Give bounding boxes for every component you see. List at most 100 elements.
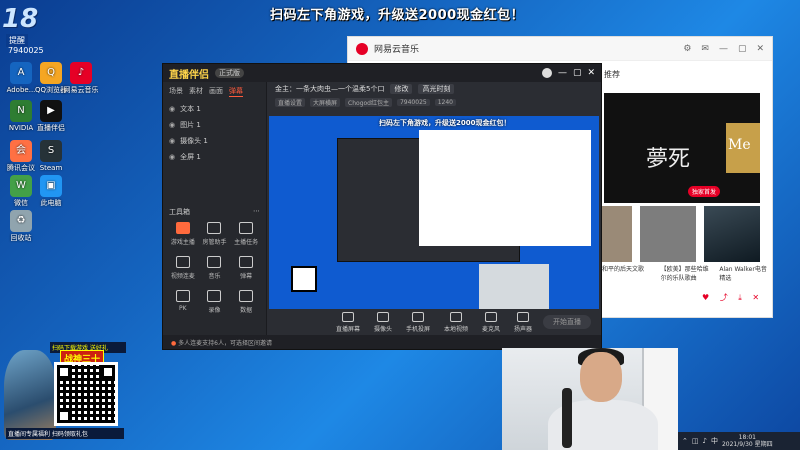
featured-banner[interactable]: 夢死 Me 独家首发: [604, 93, 760, 203]
network-icon[interactable]: ◫: [692, 437, 699, 445]
banner-me: Me: [726, 123, 760, 173]
tool-icon: [207, 222, 222, 234]
music-titlebar: 网易云音乐 ⚙ ✉ — ▢ ✕: [348, 37, 772, 61]
control-label: 直播屏幕: [335, 325, 360, 333]
source-tabs: 场景 素材 画面 弹幕: [163, 82, 266, 101]
control-button[interactable]: 麦克风: [482, 311, 500, 333]
playlist-thumb[interactable]: [640, 206, 696, 262]
desktop-icon-label: 此电脑: [40, 199, 62, 207]
more-icon[interactable]: ⋯: [253, 207, 260, 217]
app-icon: ▶: [40, 100, 62, 122]
app-icon: A: [10, 62, 32, 84]
clock-time: 18:01: [738, 434, 756, 441]
control-icon: [517, 311, 530, 322]
meta-item[interactable]: 大屏横屏: [310, 97, 341, 107]
playlist-caption[interactable]: Alan Walker电音精选: [719, 264, 772, 282]
tool-icon: [175, 290, 190, 302]
volume-icon[interactable]: ♪: [703, 437, 707, 445]
tool-item[interactable]: 游戏主播: [167, 222, 199, 246]
meta-item[interactable]: 7940025: [396, 98, 430, 106]
player-controls[interactable]: ♥ ⤴ ⤓ ✕: [702, 292, 763, 303]
version-badge: 正式版: [215, 68, 244, 78]
source-item[interactable]: ◉ 全屏 1: [163, 149, 266, 165]
close-icon[interactable]: ✕: [756, 44, 764, 54]
tool-item[interactable]: 数据: [230, 290, 262, 314]
section-title: 推荐: [604, 70, 620, 79]
tool-item[interactable]: 录像: [199, 290, 231, 314]
settings-icon[interactable]: ⚙: [683, 44, 691, 54]
tool-item[interactable]: 视频连麦: [167, 256, 199, 280]
tool-item[interactable]: 弹幕: [230, 256, 262, 280]
input-method-icon[interactable]: 中: [711, 436, 718, 446]
source-item[interactable]: ◉ 图片 1: [163, 117, 266, 133]
tool-item[interactable]: PK: [167, 290, 199, 314]
tool-label: PK: [179, 305, 187, 312]
control-button[interactable]: 手机投屏: [406, 311, 430, 333]
clock[interactable]: 18:01 2021/9/30 星期四: [722, 434, 773, 448]
desktop-icon[interactable]: ♻ 回收站: [0, 210, 42, 242]
source-tab[interactable]: 画面: [209, 86, 223, 97]
tool-icon: [175, 256, 190, 268]
source-label: 文本 1: [180, 105, 201, 113]
control-icon: [485, 311, 498, 322]
edit-button[interactable]: 修改: [390, 84, 413, 94]
control-icon: [341, 311, 354, 322]
eye-icon[interactable]: ◉: [169, 137, 175, 145]
tool-label: 数据: [240, 307, 253, 314]
source-label: 摄像头 1: [180, 137, 208, 145]
live-app-window[interactable]: 直播伴侣 正式版 — ▢ ✕ 场景 素材 画面 弹幕 ◉ 文本 1 ◉ 图片 1 ◉ 摄像头 1…: [162, 63, 602, 350]
source-tab[interactable]: 场景: [169, 86, 183, 97]
source-item[interactable]: ◉ 摄像头 1: [163, 133, 266, 149]
control-label: 扬声器: [514, 325, 533, 333]
eye-icon[interactable]: ◉: [169, 121, 175, 129]
playlist-caption[interactable]: 【欧美】那些哈维尔的乐队歌曲: [661, 264, 714, 282]
playlist-thumb[interactable]: [704, 206, 760, 262]
streamer-logo: 18 提醒 7940025: [2, 4, 62, 55]
minimize-icon[interactable]: —: [719, 44, 728, 54]
desktop-icon-label: 直播伴侣: [37, 124, 65, 132]
meta-item[interactable]: Chogod红包主: [345, 97, 392, 107]
playlist-thumb[interactable]: [602, 206, 632, 262]
notification-icon[interactable]: ⌃: [682, 437, 688, 445]
app-icon: N: [10, 100, 32, 122]
avatar[interactable]: [541, 68, 552, 78]
source-label: 全屏 1: [180, 153, 201, 161]
eye-icon[interactable]: ◉: [169, 105, 175, 113]
tools-header: 工具箱 ⋯: [169, 207, 260, 217]
tool-item[interactable]: 房管助手: [199, 222, 231, 246]
start-live-button[interactable]: 开始直播: [543, 315, 591, 329]
tool-icon: [207, 256, 222, 268]
meta-item[interactable]: 1240: [434, 98, 456, 106]
music-title: 网易云音乐: [374, 45, 420, 55]
tool-item[interactable]: 主播任务: [230, 222, 262, 246]
system-tray: ⌃ ◫ ♪ 中 18:01 2021/9/30 星期四: [678, 432, 800, 450]
source-tab[interactable]: 弹幕: [229, 86, 243, 97]
playlist-caption[interactable]: 和平的后天文歌: [602, 264, 655, 282]
microphone: [562, 388, 572, 448]
desktop-icon[interactable]: S Steam: [30, 140, 72, 172]
eye-icon[interactable]: ◉: [169, 153, 175, 161]
meta-item[interactable]: 直播设置: [275, 97, 306, 107]
promo-bottom-text: 直播间专属福利 扫码领取礼包: [6, 428, 124, 439]
control-button[interactable]: 摄像头: [374, 311, 392, 333]
control-button[interactable]: 本地视频: [444, 311, 468, 333]
close-icon[interactable]: ✕: [587, 68, 595, 78]
desktop-icon[interactable]: ♪ 网易云音乐: [60, 62, 102, 94]
source-item[interactable]: ◉ 文本 1: [163, 101, 266, 117]
control-button[interactable]: 扬声器: [514, 311, 533, 333]
tool-item[interactable]: 音乐: [199, 256, 231, 280]
desktop-icon[interactable]: ▣ 此电脑: [30, 175, 72, 207]
webcam-feed: [502, 348, 678, 450]
desktop-icon[interactable]: ▶ 直播伴侣: [30, 100, 72, 132]
minimize-icon[interactable]: —: [558, 68, 567, 78]
control-button[interactable]: 直播屏幕: [335, 311, 360, 333]
app-icon: W: [10, 175, 32, 197]
mail-icon[interactable]: ✉: [701, 44, 709, 54]
banner-name: 夢死: [646, 147, 691, 172]
maximize-icon[interactable]: ▢: [573, 68, 582, 78]
nested-qr: [291, 266, 317, 292]
control-icon: [411, 311, 424, 322]
category-select[interactable]: 高光时刻: [418, 84, 455, 94]
maximize-icon[interactable]: ▢: [738, 44, 747, 54]
source-tab[interactable]: 素材: [189, 86, 203, 97]
